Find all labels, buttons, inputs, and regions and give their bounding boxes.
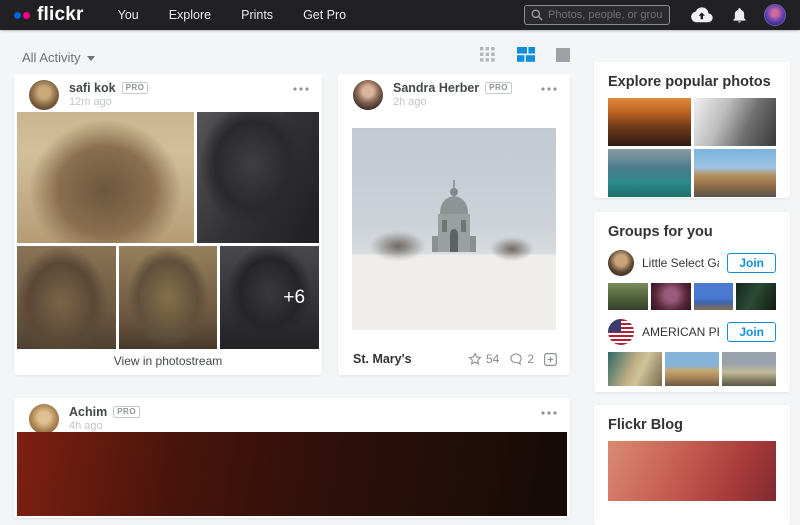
photo-chimp-eating-2[interactable]	[119, 246, 218, 349]
photo-overflow-count: +6	[283, 287, 305, 309]
fave-star-icon[interactable]	[468, 352, 482, 366]
photo-stats: 54 2	[468, 352, 557, 366]
thumb-mountain-lake[interactable]	[608, 149, 691, 197]
view-toggles	[480, 47, 570, 62]
card-header: Sandra Herber PRO 2h ago	[338, 74, 570, 112]
feed-card-achim: Achim PRO 4h ago	[14, 398, 570, 518]
panel-title: Explore popular photos	[594, 62, 790, 91]
single-view-icon[interactable]	[556, 48, 570, 62]
join-button[interactable]: Join	[727, 322, 776, 342]
nav-link-prints[interactable]: Prints	[241, 8, 273, 22]
photo-st-marys-church[interactable]	[352, 128, 556, 330]
timestamp: 12m ago	[69, 96, 112, 108]
thumb-monument[interactable]	[665, 352, 719, 386]
group-thumb-strip	[608, 283, 776, 310]
timestamp: 2h ago	[393, 96, 427, 108]
photo-chimpanzee[interactable]	[17, 112, 194, 243]
view-in-photostream-link[interactable]: View in photostream	[14, 349, 322, 375]
account-avatar[interactable]	[764, 4, 786, 26]
add-to-box-icon[interactable]	[544, 353, 557, 366]
search-input[interactable]	[548, 9, 663, 21]
group-name[interactable]: AMERICAN PHOTO...	[642, 325, 719, 339]
thumb-blue-wall[interactable]	[694, 283, 734, 310]
fave-count: 54	[486, 352, 499, 366]
panel-title: Flickr Blog	[594, 405, 790, 434]
user-avatar[interactable]	[353, 80, 383, 110]
comment-count: 2	[527, 352, 534, 366]
user-avatar[interactable]	[29, 404, 59, 434]
nav-links: You Explore Prints Get Pro	[118, 8, 347, 22]
group-row-american-photo: AMERICAN PHOTO... Join	[608, 319, 776, 345]
thumb-mirror-portrait[interactable]	[651, 283, 691, 310]
user-name[interactable]: Achim	[69, 405, 107, 419]
thumb-architecture-stairs[interactable]	[608, 352, 662, 386]
overflow-menu-icon[interactable]	[541, 87, 557, 91]
thumb-crowd[interactable]	[608, 283, 648, 310]
search-icon	[531, 9, 543, 21]
notifications-bell-icon[interactable]	[733, 8, 746, 23]
thumb-cloudy-ruins[interactable]	[722, 352, 776, 386]
nav-link-you[interactable]: You	[118, 8, 139, 22]
photo-gorilla-more[interactable]: +6	[220, 246, 319, 349]
upload-cloud-icon[interactable]	[690, 7, 713, 23]
thumb-forest-path[interactable]	[736, 283, 776, 310]
group-name[interactable]: Little Select Gallery ...	[642, 256, 719, 270]
groups-for-you-panel: Groups for you Little Select Gallery ...…	[594, 212, 790, 392]
chevron-down-icon	[87, 56, 95, 61]
flickr-blog-panel: Flickr Blog	[594, 405, 790, 525]
top-navbar: flickr You Explore Prints Get Pro	[0, 0, 800, 30]
card-header: Achim PRO 4h ago	[14, 398, 570, 436]
card-header: safi kok PRO 12m ago	[14, 74, 322, 112]
join-button[interactable]: Join	[727, 253, 776, 273]
flickr-logo[interactable]: flickr	[14, 4, 84, 26]
explore-popular-photos-panel: Explore popular photos	[594, 62, 790, 198]
pro-badge: PRO	[113, 406, 140, 418]
photo-caption-row: St. Mary's 54 2	[353, 350, 557, 368]
comment-icon[interactable]	[509, 352, 523, 366]
explore-thumb-grid	[608, 98, 776, 197]
photo-gorilla[interactable]	[197, 112, 319, 243]
snow-field	[352, 257, 556, 330]
justified-view-icon[interactable]	[517, 47, 535, 62]
group-row-little-select: Little Select Gallery ... Join	[608, 250, 776, 276]
panel-title: Groups for you	[594, 212, 790, 241]
feed-card-sandra-herber: Sandra Herber PRO 2h ago St. Mar	[338, 74, 570, 375]
photo-dark-red[interactable]	[17, 432, 567, 516]
grid-view-icon[interactable]	[480, 47, 495, 62]
pro-badge: PRO	[122, 82, 149, 94]
search-box[interactable]	[524, 5, 670, 25]
thumb-city-square[interactable]	[694, 149, 777, 197]
timestamp: 4h ago	[69, 420, 103, 432]
flickr-logo-dots-icon	[14, 12, 30, 19]
group-avatar-us-flag[interactable]	[608, 319, 634, 345]
nav-link-explore[interactable]: Explore	[169, 8, 211, 22]
nav-link-get-pro[interactable]: Get Pro	[303, 8, 346, 22]
thumb-sunset-castle[interactable]	[608, 98, 691, 146]
photo-grid: +6	[17, 112, 319, 349]
activity-filter-dropdown[interactable]: All Activity	[22, 50, 95, 65]
activity-filter-label: All Activity	[22, 50, 81, 65]
blog-post-image[interactable]	[608, 441, 776, 501]
feed-card-safi-kok: safi kok PRO 12m ago +6 View in photostr…	[14, 74, 322, 375]
overflow-menu-icon[interactable]	[293, 87, 309, 91]
flickr-logo-text: flickr	[37, 4, 84, 26]
user-avatar[interactable]	[29, 80, 59, 110]
group-thumb-strip	[608, 352, 776, 386]
group-avatar[interactable]	[608, 250, 634, 276]
photo-chimp-eating-1[interactable]	[17, 246, 116, 349]
church-illustration	[430, 180, 478, 263]
user-name[interactable]: safi kok	[69, 81, 116, 95]
pro-badge: PRO	[485, 82, 512, 94]
user-name[interactable]: Sandra Herber	[393, 81, 479, 95]
photo-title[interactable]: St. Mary's	[353, 352, 468, 366]
overflow-menu-icon[interactable]	[541, 411, 557, 415]
thumb-bw-street[interactable]	[694, 98, 777, 146]
